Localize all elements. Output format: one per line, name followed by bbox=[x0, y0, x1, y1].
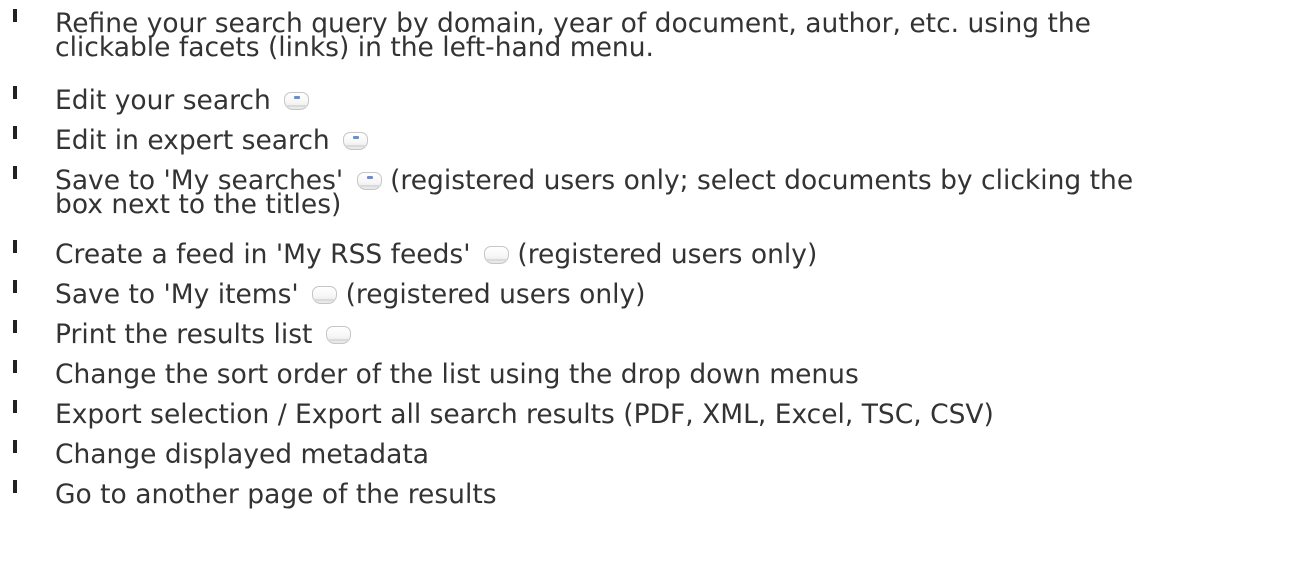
bullet-marker bbox=[13, 240, 17, 253]
bullet-marker bbox=[13, 126, 17, 139]
bullet-marker bbox=[13, 480, 17, 493]
help-item-create-feed-note: (registered users only) bbox=[517, 239, 818, 270]
help-item-refine-line2: clickable facets (links) in the left-han… bbox=[55, 32, 654, 63]
help-item-save-searches-note: (registered users only; select documents… bbox=[390, 165, 1134, 196]
bullet-marker bbox=[13, 9, 17, 22]
bullet-marker bbox=[13, 86, 17, 99]
help-item-export-label: Export selection / Export all search res… bbox=[55, 399, 994, 430]
expert-search-icon[interactable] bbox=[343, 132, 369, 150]
help-item-change-metadata-label: Change displayed metadata bbox=[55, 439, 429, 470]
help-item-create-feed-label: Create a feed in 'My RSS feeds' bbox=[55, 239, 471, 270]
rss-feed-icon[interactable] bbox=[483, 246, 509, 264]
help-item-goto-page-label: Go to another page of the results bbox=[55, 479, 497, 510]
bullet-marker bbox=[13, 400, 17, 413]
bullet-marker bbox=[13, 440, 17, 453]
save-search-icon[interactable] bbox=[356, 172, 382, 190]
help-item-change-sort-label: Change the sort order of the list using … bbox=[55, 359, 859, 390]
help-item-save-items-label: Save to 'My items' bbox=[55, 279, 299, 310]
help-item-edit-search-label: Edit your search bbox=[55, 85, 271, 116]
help-item-save-items-note: (registered users only) bbox=[345, 279, 646, 310]
bullet-marker bbox=[13, 280, 17, 293]
bullet-marker bbox=[13, 360, 17, 373]
save-items-icon[interactable] bbox=[312, 286, 338, 304]
print-icon[interactable] bbox=[325, 326, 351, 344]
edit-search-icon[interactable] bbox=[284, 92, 310, 110]
help-item-edit-expert-label: Edit in expert search bbox=[55, 125, 330, 156]
bullet-marker bbox=[13, 166, 17, 179]
bullet-marker bbox=[13, 320, 17, 333]
help-item-save-searches-line2: box next to the titles) bbox=[55, 189, 342, 220]
help-item-print-label: Print the results list bbox=[55, 319, 313, 350]
